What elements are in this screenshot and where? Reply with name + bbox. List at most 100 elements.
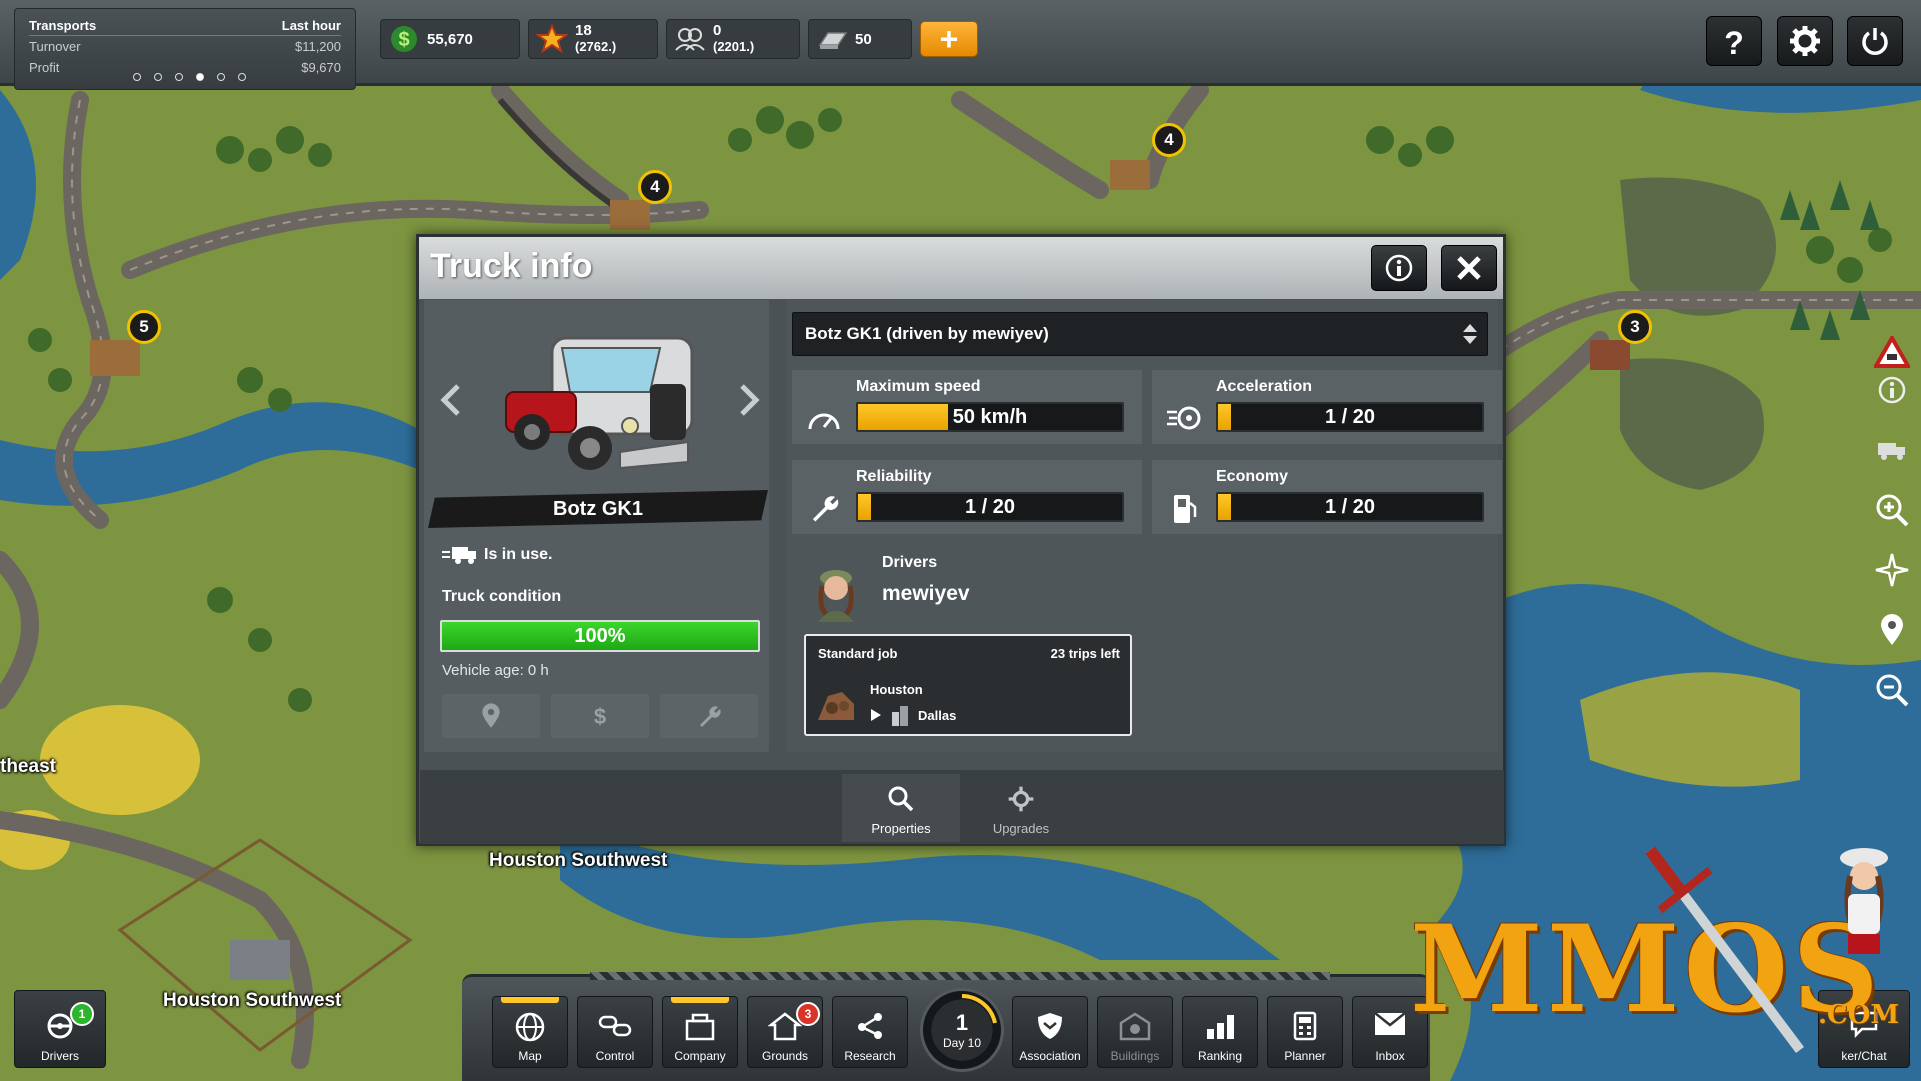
tab-upgrades[interactable]: Upgrades xyxy=(962,774,1080,842)
period-dot[interactable] xyxy=(238,73,246,81)
logout-button[interactable] xyxy=(1847,16,1903,66)
truck-moving-icon xyxy=(442,547,476,564)
transports-summary[interactable]: Transports Last hour Turnover $11,200 Pr… xyxy=(14,8,356,90)
wrench-icon xyxy=(700,706,721,727)
location-level-badge[interactable]: 3 xyxy=(1618,310,1652,344)
day-progress-ring xyxy=(961,994,997,1024)
drivers-button[interactable]: Drivers xyxy=(14,990,106,1068)
association-button[interactable]: Association xyxy=(1012,996,1088,1068)
buildings-button[interactable]: Buildings xyxy=(1097,996,1173,1068)
dollar-icon: $ xyxy=(387,24,421,54)
stat-value: 1 / 20 xyxy=(964,495,1016,518)
company-button[interactable]: Company xyxy=(662,996,738,1068)
bars-value: 50 xyxy=(855,30,872,48)
location-level-badge[interactable]: 5 xyxy=(127,310,161,344)
quarry-icon xyxy=(818,692,854,720)
info-icon xyxy=(1385,254,1413,282)
locate-truck-button[interactable] xyxy=(442,694,540,738)
stat-acceleration: Acceleration 1 / 20 xyxy=(1152,370,1502,444)
truck-icon xyxy=(1878,443,1905,460)
help-button[interactable]: ? xyxy=(1706,16,1762,66)
repair-truck-button[interactable] xyxy=(660,694,758,738)
drivers-label: Drivers xyxy=(882,554,938,571)
settings-button[interactable] xyxy=(1777,16,1833,66)
bars-counter[interactable]: 50 xyxy=(808,19,912,59)
dialog-close-button[interactable] xyxy=(1441,245,1497,291)
stars-rank: (2762.) xyxy=(575,39,617,54)
buy-currency-button[interactable]: + xyxy=(920,21,978,57)
button-label: Research xyxy=(844,1049,896,1063)
stat-label: Reliability xyxy=(856,468,932,485)
condition-label: Truck condition xyxy=(442,588,562,605)
zoom-out-button[interactable] xyxy=(1870,668,1914,712)
truck-image xyxy=(505,336,694,470)
svg-text:?: ? xyxy=(1724,25,1744,58)
tab-properties[interactable]: Properties xyxy=(842,774,960,842)
transports-period: Last hour xyxy=(281,17,341,33)
driver-avatar[interactable] xyxy=(808,562,864,622)
period-dot-active[interactable] xyxy=(196,73,204,81)
truck-status: Is in use. xyxy=(442,544,552,566)
period-dot[interactable] xyxy=(133,73,141,81)
driver-name[interactable]: mewiyev xyxy=(882,582,970,606)
location-pin-icon xyxy=(1881,614,1903,645)
turbo-icon xyxy=(1164,398,1204,438)
period-dot[interactable] xyxy=(154,73,162,81)
map-label-houston-southwest: Houston Southwest xyxy=(489,850,668,871)
profit-value: $9,670 xyxy=(301,60,341,75)
people-rank: (2201.) xyxy=(713,39,755,54)
truck-overlay-button[interactable] xyxy=(1870,428,1914,472)
people-counter[interactable]: 0 (2201.) xyxy=(666,19,800,59)
condition-value: 100% xyxy=(574,624,626,647)
stat-value: 1 / 20 xyxy=(1324,405,1376,428)
ranking-button[interactable]: Ranking xyxy=(1182,996,1258,1068)
svg-text:$: $ xyxy=(398,29,409,51)
money-counter[interactable]: $ 55,670 xyxy=(380,19,520,59)
previous-truck-button[interactable] xyxy=(436,380,466,420)
star-counter[interactable]: 18 (2762.) xyxy=(528,19,658,59)
day-clock[interactable]: 1 Day 10 xyxy=(920,988,1004,1072)
period-dot[interactable] xyxy=(217,73,225,81)
truck-status-text: Is in use. xyxy=(484,546,553,563)
compass-icon xyxy=(1875,553,1909,587)
people-icon xyxy=(673,24,707,54)
center-map-button[interactable] xyxy=(1870,548,1914,592)
map-button[interactable]: Map xyxy=(492,996,568,1068)
star-icon xyxy=(535,24,569,54)
info-map-button[interactable] xyxy=(1870,368,1914,412)
location-level-badge[interactable]: 4 xyxy=(1152,123,1186,157)
location-level-badge[interactable]: 4 xyxy=(638,170,672,204)
sell-truck-button[interactable]: $ xyxy=(551,694,649,738)
calculator-icon xyxy=(1268,1011,1342,1043)
period-dots[interactable] xyxy=(133,73,246,81)
job-card[interactable]: Standard job 23 trips left Houston Dalla… xyxy=(804,634,1132,736)
silver-bar-icon xyxy=(815,24,849,54)
planner-button[interactable]: Planner xyxy=(1267,996,1343,1068)
control-button[interactable]: Control xyxy=(577,996,653,1068)
mmos-watermark-suffix: .COM xyxy=(1818,1000,1900,1030)
stat-bar: 1 / 20 xyxy=(1216,402,1484,432)
gear-icon xyxy=(1008,786,1034,812)
locate-button[interactable] xyxy=(1870,608,1914,652)
city-icon xyxy=(892,706,908,726)
info-icon xyxy=(1878,376,1906,404)
truck-selector-value: Botz GK1 (driven by mewiyev) xyxy=(805,324,1049,343)
grounds-notification-badge: 3 xyxy=(796,1002,820,1026)
truck-selector-dropdown[interactable]: Botz GK1 (driven by mewiyev) xyxy=(792,312,1488,356)
dialog-info-button[interactable] xyxy=(1371,245,1427,291)
zoom-in-button[interactable] xyxy=(1870,488,1914,532)
sort-arrows-icon xyxy=(1463,324,1477,344)
zoom-in-icon xyxy=(1876,494,1909,527)
stat-reliability: Reliability 1 / 20 xyxy=(792,460,1142,534)
zoom-out-icon xyxy=(1876,674,1909,707)
svg-text:$: $ xyxy=(594,704,606,728)
speedometer-icon xyxy=(804,398,844,438)
research-button[interactable]: Research xyxy=(832,996,908,1068)
fuel-pump-icon xyxy=(1164,488,1204,528)
next-truck-button[interactable] xyxy=(734,380,764,420)
transports-title: Transports xyxy=(29,17,97,33)
money-value: 55,670 xyxy=(427,30,473,48)
job-type: Standard job xyxy=(818,646,898,661)
stat-label: Acceleration xyxy=(1216,378,1313,395)
period-dot[interactable] xyxy=(175,73,183,81)
